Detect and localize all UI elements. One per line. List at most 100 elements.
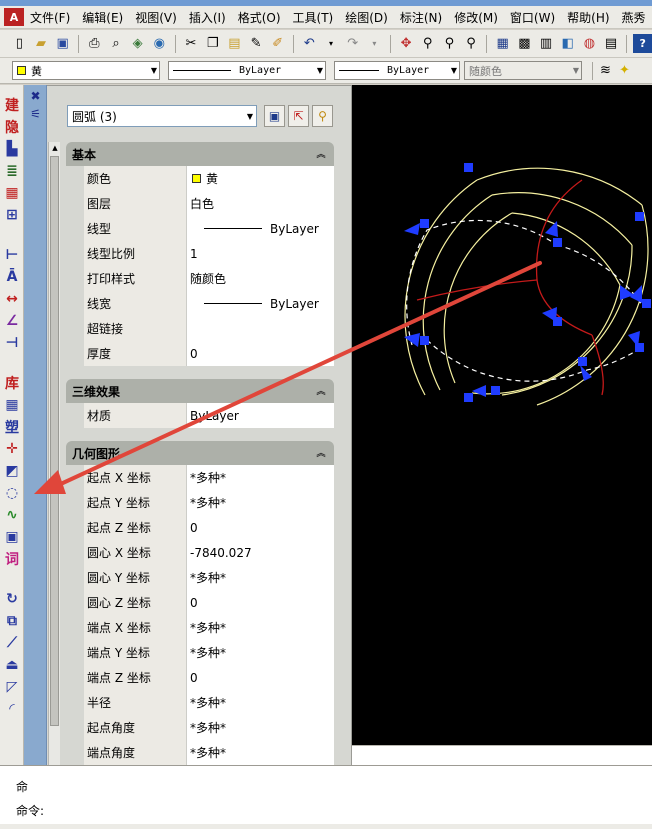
open-file-icon[interactable]: ▰ — [32, 34, 51, 53]
property-row[interactable]: 端点 X 坐标 *多种* — [84, 615, 334, 640]
pan-icon[interactable]: ✥ — [397, 34, 416, 53]
quick-select-button[interactable]: ⚲ — [312, 105, 333, 127]
property-row[interactable]: 线型比例 1 — [84, 241, 334, 266]
spline-icon[interactable]: ∿ — [2, 505, 22, 525]
property-row[interactable]: 端点 Z 坐标 0 — [84, 665, 334, 690]
stretch-icon[interactable]: ⏏ — [2, 655, 22, 675]
table-icon[interactable]: ▦ — [2, 395, 22, 415]
property-row[interactable]: 起点 Z 坐标 0 — [84, 515, 334, 540]
help-icon[interactable]: ? — [633, 34, 652, 53]
property-row[interactable]: 打印样式 随颜色 — [84, 266, 334, 291]
sheet-set-icon[interactable]: ◧ — [558, 34, 577, 53]
tool-stack-icon[interactable]: ▙ — [2, 139, 22, 159]
grip-arrow[interactable] — [545, 221, 558, 237]
toggle-pickadd-button[interactable]: ▣ — [264, 105, 285, 127]
property-row[interactable]: 起点角度 *多种* — [84, 715, 334, 740]
menu-window[interactable]: 窗口(W) — [504, 9, 561, 26]
undo-dropdown-icon[interactable]: ▾ — [322, 34, 341, 53]
print-icon[interactable]: ⎙ — [85, 34, 104, 53]
property-row[interactable]: 半径 *多种* — [84, 690, 334, 715]
markup-icon[interactable]: ◍ — [580, 34, 599, 53]
tool-build[interactable]: 建 — [2, 95, 22, 115]
print-preview-icon[interactable]: ⌕ — [107, 34, 126, 53]
section-geometry[interactable]: 几何图形 ︽ — [66, 441, 334, 465]
property-value[interactable]: ByLayer — [187, 403, 334, 428]
section-general[interactable]: 基本 ︽ — [66, 142, 334, 166]
property-value[interactable]: *多种* — [187, 465, 334, 490]
tool-plastic[interactable]: 塑 — [2, 417, 22, 437]
property-value[interactable]: 0 — [187, 341, 334, 366]
property-row[interactable]: 厚度 0 — [84, 341, 334, 366]
tool-library[interactable]: 库 — [2, 373, 22, 393]
grip[interactable] — [578, 357, 587, 366]
dim-baseline-icon[interactable]: ⊣ — [2, 333, 22, 353]
tool-word[interactable]: 词 — [2, 549, 22, 569]
tool-palettes-icon[interactable]: ▥ — [537, 34, 556, 53]
rotate-icon[interactable]: ↻ — [2, 589, 22, 609]
grip[interactable] — [420, 219, 429, 228]
property-row[interactable]: 圆心 Y 坐标 *多种* — [84, 565, 334, 590]
scale-icon[interactable]: ⧉ — [2, 611, 22, 631]
menu-file[interactable]: 文件(F) — [28, 9, 76, 26]
properties-scrollbar[interactable]: ▲ ▼ — [48, 142, 60, 800]
menu-view[interactable]: 视图(V) — [129, 9, 183, 26]
property-value[interactable]: ByLayer — [187, 291, 334, 316]
property-row[interactable]: 端点 Y 坐标 *多种* — [84, 640, 334, 665]
app-icon[interactable]: A — [4, 8, 24, 26]
zoom-window-icon[interactable]: ⚲ — [440, 34, 459, 53]
grip-arrow[interactable] — [542, 307, 557, 322]
tool-grid-icon[interactable]: ⊞ — [2, 205, 22, 225]
lineweight-control[interactable]: ByLayer ▼ — [334, 61, 460, 80]
scroll-thumb[interactable] — [50, 156, 59, 726]
drawing-canvas[interactable] — [352, 85, 652, 745]
close-icon[interactable]: ✖ — [27, 87, 44, 104]
grip-arrow[interactable] — [404, 223, 420, 235]
property-row[interactable]: 圆心 Z 坐标 0 — [84, 590, 334, 615]
property-value[interactable]: *多种* — [187, 565, 334, 590]
property-value[interactable]: *多种* — [187, 740, 334, 765]
menu-dimension[interactable]: 标注(N) — [394, 9, 448, 26]
grip[interactable] — [491, 386, 500, 395]
copy-icon[interactable]: ❐ — [203, 34, 222, 53]
block-editor-icon[interactable]: ✐ — [268, 34, 287, 53]
property-value[interactable]: -7840.027 — [187, 540, 334, 565]
zoom-realtime-icon[interactable]: ⚲ — [418, 34, 437, 53]
redo-icon[interactable]: ↷ — [343, 34, 362, 53]
property-value[interactable]: ByLayer — [187, 216, 334, 241]
grip-arrow[interactable] — [472, 385, 486, 397]
color-control[interactable]: 黄 ▼ — [12, 61, 160, 80]
fillet-icon[interactable]: ◜ — [2, 699, 22, 719]
insert-block-icon[interactable]: ◩ — [2, 461, 22, 481]
arc-tool-icon[interactable]: ◌ — [2, 483, 22, 503]
scroll-up-icon[interactable]: ▲ — [49, 142, 61, 154]
paste-icon[interactable]: ▤ — [225, 34, 244, 53]
object-type-selector[interactable]: 圆弧 (3) ▼ — [67, 105, 257, 127]
match-properties-icon[interactable]: ✎ — [247, 34, 266, 53]
dim-linear-icon[interactable]: ⊢ — [2, 245, 22, 265]
publish-icon[interactable]: ◈ — [128, 34, 147, 53]
property-value[interactable]: *多种* — [187, 615, 334, 640]
grip[interactable] — [635, 212, 644, 221]
tool-layers-icon[interactable]: ≣ — [2, 161, 22, 181]
collapse-icon[interactable]: ︽ — [314, 445, 328, 459]
tool-hide[interactable]: 隐 — [2, 117, 22, 137]
grip-arrow[interactable] — [580, 365, 592, 381]
hatch-icon[interactable]: ▣ — [2, 527, 22, 547]
property-row[interactable]: 材质 ByLayer — [84, 403, 334, 428]
property-value[interactable]: *多种* — [187, 715, 334, 740]
design-center-icon[interactable]: ▩ — [515, 34, 534, 53]
menu-edit[interactable]: 编辑(E) — [76, 9, 129, 26]
grip[interactable] — [464, 163, 473, 172]
save-icon[interactable]: ▣ — [53, 34, 72, 53]
grip[interactable] — [553, 238, 562, 247]
chamfer-icon[interactable]: ◸ — [2, 677, 22, 697]
grip-arrow[interactable] — [628, 331, 640, 347]
cut-icon[interactable]: ✂ — [182, 34, 201, 53]
layer-manager-icon[interactable]: ≋ — [596, 61, 615, 80]
property-row[interactable]: 线宽 ByLayer — [84, 291, 334, 316]
lightbulb-icon[interactable]: ✦ — [615, 61, 634, 80]
collapse-icon[interactable]: ︽ — [314, 383, 328, 397]
line-icon[interactable]: ⟋ — [2, 633, 22, 653]
select-objects-button[interactable]: ⇱ — [288, 105, 309, 127]
grip[interactable] — [464, 393, 473, 402]
